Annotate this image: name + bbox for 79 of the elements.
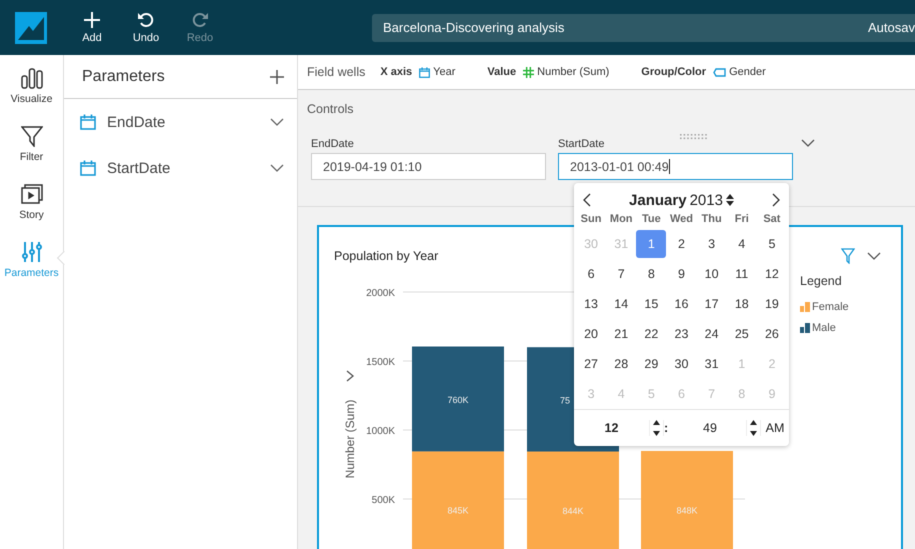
day-cell[interactable]: 9 <box>667 259 696 289</box>
day-cell[interactable]: 26 <box>758 319 786 349</box>
day-cell[interactable]: 18 <box>728 289 756 319</box>
day-cell[interactable]: 13 <box>577 289 606 319</box>
add-button[interactable]: Add <box>65 11 119 44</box>
weekday-label: Sun <box>580 212 602 227</box>
y-tick-label: 500K <box>372 495 395 506</box>
day-cell[interactable]: 31 <box>698 349 726 379</box>
month-label[interactable]: January <box>629 192 687 208</box>
well-label: X axis <box>380 66 412 78</box>
day-cell[interactable]: 17 <box>698 289 726 319</box>
day-cell[interactable]: 14 <box>607 289 636 319</box>
day-cell[interactable]: 22 <box>637 319 666 349</box>
day-cell[interactable]: 19 <box>758 289 786 319</box>
day-cell[interactable]: 4 <box>728 229 756 259</box>
day-cell[interactable]: 29 <box>637 349 666 379</box>
well-label: Group/Color <box>641 66 706 78</box>
day-cell[interactable]: 30 <box>667 349 696 379</box>
day-cell[interactable]: 3 <box>698 229 726 259</box>
weekday-label: Thu <box>700 212 723 227</box>
legend-title: Legend <box>800 274 843 288</box>
analysis-name-field[interactable]: Barcelona-Discovering analysis Autosav <box>372 14 915 42</box>
parameter-name[interactable]: EndDate <box>107 114 166 130</box>
y-axis-title: Number (Sum) <box>343 400 357 478</box>
weekday-label: Sat <box>762 212 782 227</box>
nav-item[interactable]: Filter <box>0 125 63 163</box>
bar-value-label: 848K <box>676 506 698 516</box>
day-cell[interactable]: 5 <box>758 229 786 259</box>
day-cell[interactable]: 16 <box>667 289 696 319</box>
day-cell[interactable]: 25 <box>728 319 756 349</box>
day-cell[interactable]: 24 <box>698 319 726 349</box>
legend-label: Female <box>812 301 849 313</box>
well-label: Value <box>487 66 516 78</box>
field-name[interactable]: Year <box>433 66 456 78</box>
day-cell[interactable]: 15 <box>637 289 666 319</box>
nav-item[interactable]: Story <box>0 183 63 221</box>
hour-field[interactable]: 12 <box>574 421 649 435</box>
day-cell[interactable]: 2 <box>667 229 696 259</box>
nav-item[interactable]: Visualize <box>0 67 63 105</box>
controls-title: Controls <box>306 101 355 116</box>
date-input[interactable]: 2013-01-01 00:49 <box>558 153 793 180</box>
field-name[interactable]: Gender <box>729 66 766 78</box>
day-cell[interactable]: 21 <box>607 319 636 349</box>
day-cell[interactable]: 7 <box>607 259 636 289</box>
day-cell[interactable]: 20 <box>577 319 606 349</box>
bar-value-label: 844K <box>562 506 584 516</box>
y-tick-label: 1500K <box>366 357 395 368</box>
day-cell[interactable]: 27 <box>577 349 606 379</box>
day-cell[interactable]: 12 <box>758 259 786 289</box>
field-name[interactable]: Number (Sum) <box>537 66 610 78</box>
y-tick-label: 1000K <box>366 426 395 437</box>
control-label: StartDate <box>558 138 606 150</box>
bar-value-label: 75 <box>560 395 570 406</box>
time-separator: : <box>664 421 670 435</box>
weekday-label: Wed <box>668 212 694 227</box>
legend-label: Male <box>812 322 836 334</box>
field-wells-label: Field wells <box>307 65 366 79</box>
day-cell[interactable]: 23 <box>667 319 696 349</box>
bar-value-label: 760K <box>447 394 469 405</box>
weekday-label: Fri <box>734 212 750 227</box>
visual-title: Population by Year <box>334 249 438 263</box>
control-label: EndDate <box>311 138 355 150</box>
panel-title: Parameters <box>82 68 165 86</box>
minute-field[interactable]: 49 <box>674 421 746 435</box>
year-label[interactable]: 2013 <box>690 192 723 208</box>
date-input[interactable]: 2019-04-19 01:10 <box>311 153 546 180</box>
day-cell[interactable]: 28 <box>607 349 636 379</box>
parameter-name[interactable]: StartDate <box>107 160 170 176</box>
day-cell[interactable]: 6 <box>577 259 606 289</box>
autosave-status: Autosav <box>868 20 915 35</box>
day-cell[interactable]: 11 <box>728 259 756 289</box>
day-cell[interactable]: 8 <box>637 259 666 289</box>
undo-button[interactable]: Undo <box>119 11 173 44</box>
weekday-label: Tue <box>640 212 662 227</box>
y-tick-label: 2000K <box>366 288 395 299</box>
day-cell[interactable]: 10 <box>698 259 726 289</box>
am-pm-toggle[interactable]: AM <box>761 421 789 435</box>
weekday-label: Mon <box>608 212 634 227</box>
bar-value-label: 845K <box>447 506 469 516</box>
